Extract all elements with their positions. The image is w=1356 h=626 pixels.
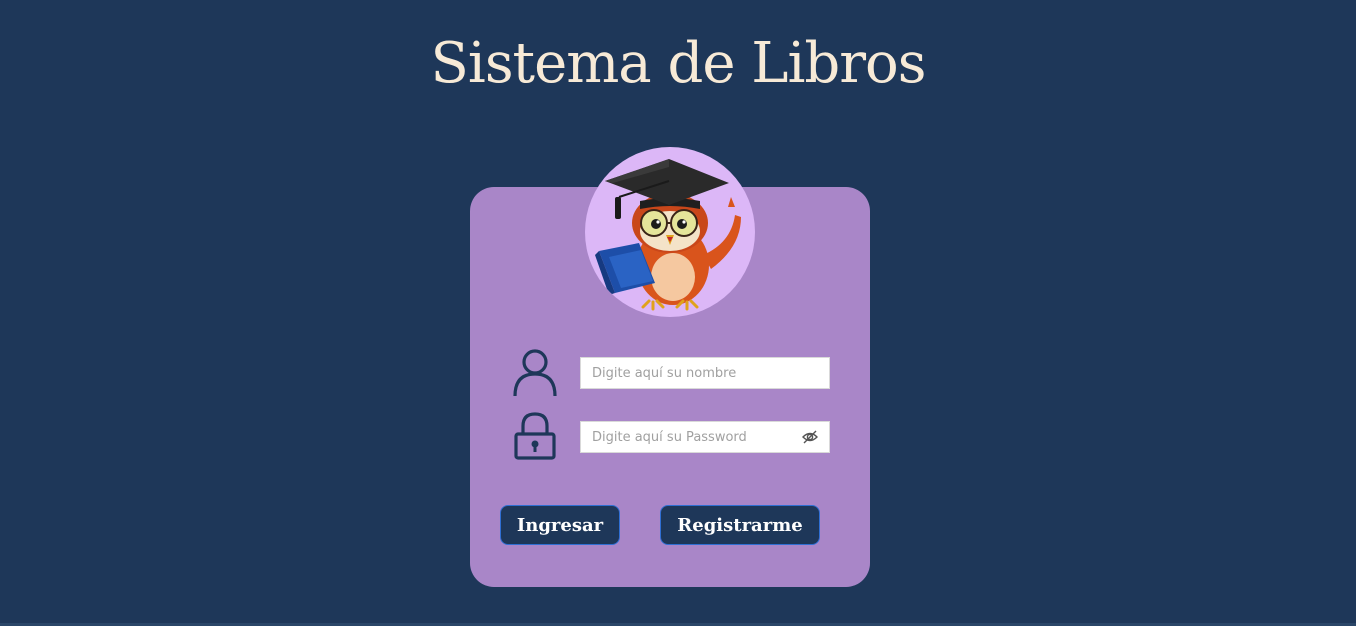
user-icon xyxy=(513,349,557,397)
password-input[interactable] xyxy=(580,421,830,453)
eye-slash-icon[interactable] xyxy=(801,428,819,446)
avatar xyxy=(585,147,755,317)
login-page: { "page": { "title": "Sistema de Libros"… xyxy=(0,0,1356,626)
lock-icon xyxy=(514,412,556,460)
owl-mascot-icon xyxy=(595,159,741,311)
register-button[interactable]: Registrarme xyxy=(660,505,820,545)
name-input[interactable] xyxy=(580,357,830,389)
page-title: Sistema de Libros xyxy=(430,31,927,96)
login-button[interactable]: Ingresar xyxy=(500,505,620,545)
